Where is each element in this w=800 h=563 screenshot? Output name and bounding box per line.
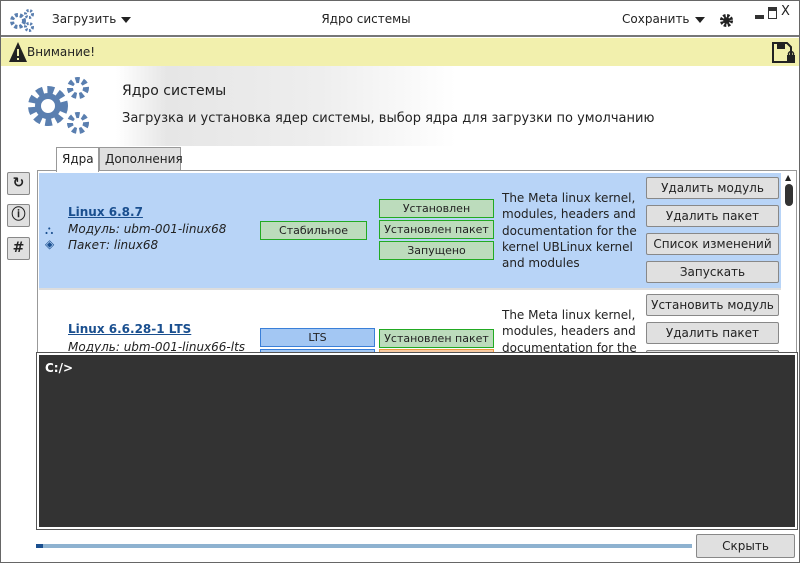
install-module-button[interactable]: Установить модуль	[646, 294, 779, 316]
kernel-package: Пакет: linux68	[68, 238, 159, 252]
banner: Ядро системы Загрузка и установка ядер с…	[1, 66, 799, 146]
remove-package-button[interactable]: Удалить пакет	[646, 205, 779, 227]
progress-fill	[36, 544, 43, 548]
minimize-button[interactable]	[755, 15, 764, 19]
warning-icon	[9, 42, 27, 62]
progress-bar	[36, 544, 692, 548]
remove-module-button[interactable]: Удалить модуль	[646, 177, 779, 199]
status-badge: Установлен пакет	[379, 220, 494, 239]
scroll-up-icon[interactable]: ▲	[785, 173, 791, 182]
launch-button[interactable]: Запускать	[646, 261, 779, 283]
hexagon-background	[116, 66, 456, 146]
window: Загрузить Ядро системы Сохранить X Внима…	[0, 0, 800, 563]
type-badge: Стабильное	[260, 221, 367, 240]
hide-button[interactable]: Скрыть	[696, 534, 795, 558]
app-gears-icon	[10, 9, 34, 32]
refresh-button[interactable]: ↻	[7, 172, 30, 195]
scrollbar-thumb[interactable]	[785, 184, 793, 206]
status-badge: Запущено	[379, 241, 494, 260]
tab-kernels[interactable]: Ядра	[56, 147, 99, 172]
kernel-row[interactable]: Linux 6.6.28-1 LTS Модуль: ubm-001-linux…	[39, 290, 781, 354]
gears-icon	[28, 77, 89, 134]
chevron-down-icon	[121, 16, 132, 23]
kernel-module: Модуль: ubm-001-linux68	[68, 222, 227, 236]
warning-bar: Внимание!	[1, 38, 799, 66]
remove-package-button[interactable]: Удалить пакет	[646, 322, 779, 344]
package-icon: ◈	[45, 237, 55, 251]
status-badge: Установлен модуль	[379, 199, 494, 232]
kernel-module: Модуль: ubm-001-linux66-lts	[68, 340, 246, 354]
banner-subtitle: Загрузка и установка ядер системы, выбор…	[122, 111, 655, 126]
maximize-button[interactable]	[768, 7, 777, 19]
kernel-description: The Meta linux kernel, modules, headers …	[502, 191, 637, 271]
kernel-name-link[interactable]: Linux 6.6.28-1 LTS	[68, 322, 191, 336]
gear-icon[interactable]	[719, 13, 734, 28]
info-button[interactable]: ⓘ	[7, 204, 30, 227]
banner-title: Ядро системы	[122, 83, 227, 99]
kernel-row[interactable]: ⛬ ◈ Linux 6.8.7 Модуль: ubm-001-linux68 …	[39, 173, 781, 288]
type-badge: LTS	[260, 328, 375, 347]
status-badge: Установлен пакет	[379, 329, 494, 348]
kernel-list: ⛬ ◈ Linux 6.8.7 Модуль: ubm-001-linux68 …	[37, 170, 797, 354]
tab-addons[interactable]: Дополнения	[99, 147, 183, 171]
load-menu[interactable]: Загрузить	[52, 12, 132, 26]
close-button[interactable]: X	[781, 4, 790, 19]
chevron-down-icon	[694, 16, 705, 23]
terminal-prompt: C:/>	[45, 361, 74, 375]
module-icon: ⛬	[45, 223, 54, 237]
save-lock-icon[interactable]	[772, 42, 796, 64]
kernel-name-link[interactable]: Linux 6.8.7	[68, 205, 143, 219]
scrollbar[interactable]: ▲	[782, 171, 796, 353]
kernel-description: The Meta linux kernel, modules, headers …	[502, 308, 637, 354]
save-menu[interactable]: Сохранить	[622, 12, 705, 26]
changelog-button[interactable]: Список изменений	[646, 233, 779, 255]
load-label: Загрузить	[52, 12, 117, 26]
hash-button[interactable]: #	[7, 237, 30, 260]
terminal[interactable]: C:/>	[36, 352, 798, 530]
header-bar: Загрузить Ядро системы Сохранить X	[1, 1, 799, 37]
save-label: Сохранить	[622, 12, 690, 26]
warning-text: Внимание!	[27, 45, 96, 59]
